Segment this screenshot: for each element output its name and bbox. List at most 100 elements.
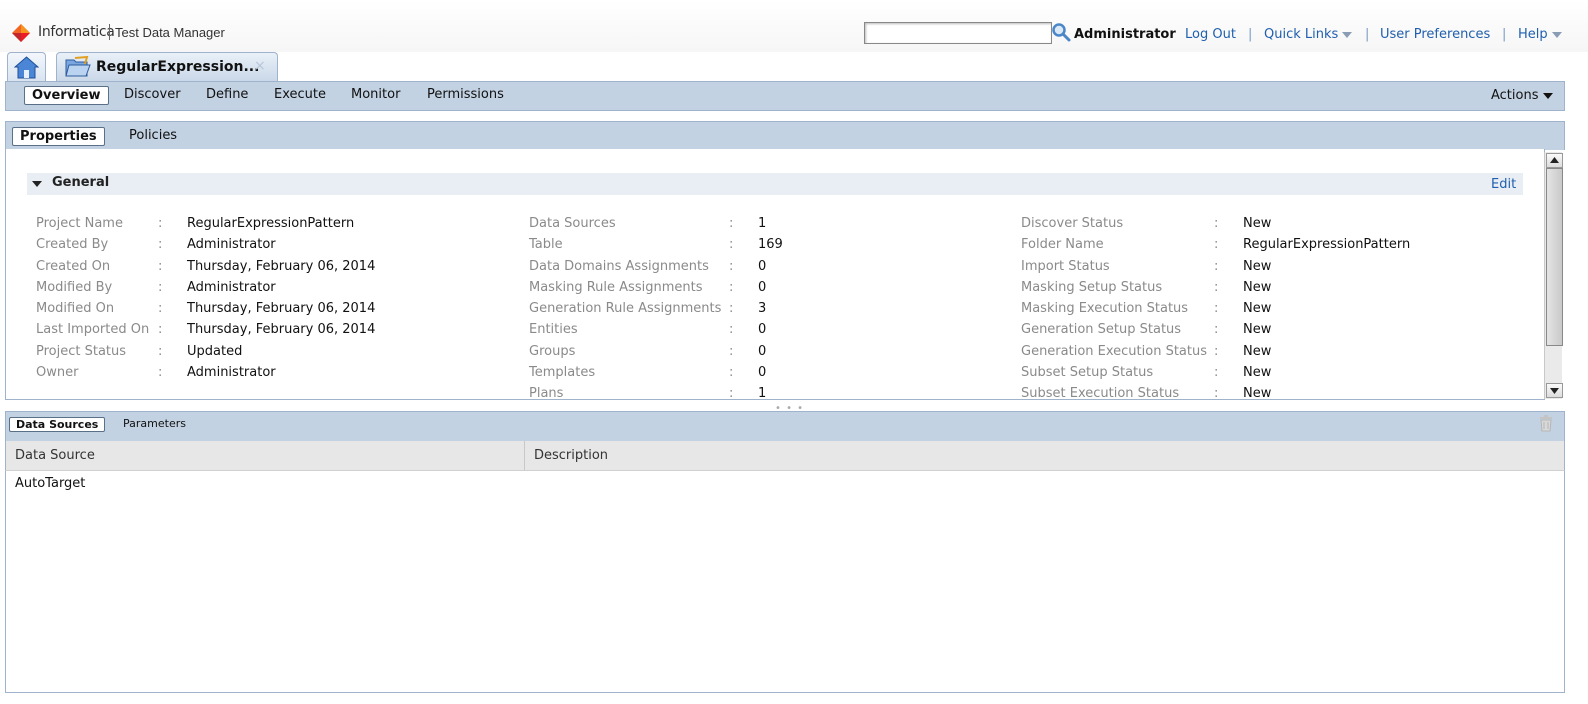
- property-colon: :: [158, 322, 163, 337]
- bottom-tabbar: [5, 411, 1565, 442]
- arrow-down-icon: [1550, 388, 1559, 394]
- tab-parameters[interactable]: Parameters: [117, 417, 192, 430]
- property-colon: :: [158, 216, 163, 231]
- grid-header: [5, 441, 1565, 471]
- informatica-logo-icon: [12, 24, 30, 42]
- property-colon: :: [1214, 365, 1219, 380]
- property-value: 3: [758, 301, 767, 316]
- property-colon: :: [1214, 237, 1219, 252]
- property-colon: :: [729, 301, 734, 316]
- property-label: Project Name: [36, 216, 123, 231]
- home-tab[interactable]: [7, 52, 46, 82]
- property-label: Generation Rule Assignments: [529, 301, 722, 316]
- property-label: Discover Status: [1021, 216, 1124, 231]
- column-divider[interactable]: [524, 441, 525, 470]
- nav-permissions[interactable]: Permissions: [420, 86, 511, 103]
- link-separator: |: [1365, 27, 1370, 42]
- property-value: 0: [758, 322, 767, 337]
- property-label: Masking Execution Status: [1021, 301, 1189, 316]
- property-value: Administrator: [187, 365, 276, 380]
- brand-divider: [109, 24, 110, 40]
- chevron-down-icon: [1551, 31, 1562, 38]
- edit-link[interactable]: Edit: [1491, 177, 1516, 192]
- column-header-description[interactable]: Description: [534, 448, 608, 463]
- column-header-data-source[interactable]: Data Source: [15, 448, 95, 463]
- nav-discover[interactable]: Discover: [117, 86, 188, 103]
- property-value: New: [1243, 301, 1272, 316]
- property-label: Owner: [36, 365, 79, 380]
- property-colon: :: [729, 280, 734, 295]
- property-value: Thursday, February 06, 2014: [187, 259, 376, 274]
- logout-link[interactable]: Log Out: [1185, 27, 1236, 42]
- property-label: Generation Setup Status: [1021, 322, 1182, 337]
- property-colon: :: [1214, 216, 1219, 231]
- scroll-up-button[interactable]: [1546, 153, 1563, 168]
- property-label: Created On: [36, 259, 111, 274]
- property-label: Subset Execution Status: [1021, 386, 1180, 401]
- tab-data-sources[interactable]: Data Sources: [9, 417, 106, 432]
- property-value: New: [1243, 344, 1272, 359]
- search-icon[interactable]: [1051, 22, 1071, 42]
- property-value: 169: [758, 237, 783, 252]
- property-label: Modified On: [36, 301, 115, 316]
- property-colon: :: [1214, 322, 1219, 337]
- grid-body: [5, 471, 1565, 693]
- property-label: Generation Execution Status: [1021, 344, 1208, 359]
- actions-label: Actions: [1491, 88, 1539, 103]
- user-preferences-link[interactable]: User Preferences: [1380, 27, 1490, 42]
- property-label: Plans: [529, 386, 564, 401]
- quick-links-menu[interactable]: Quick Links: [1264, 27, 1353, 42]
- product-name: Test Data Manager: [115, 25, 225, 40]
- search-input[interactable]: [864, 22, 1052, 44]
- property-label: Entities: [529, 322, 578, 337]
- collapse-triangle-icon[interactable]: [32, 181, 42, 187]
- property-value: Administrator: [187, 280, 276, 295]
- property-label: Groups: [529, 344, 576, 359]
- property-label: Modified By: [36, 280, 113, 295]
- property-colon: :: [158, 237, 163, 252]
- scroll-down-button[interactable]: [1546, 383, 1563, 398]
- nav-monitor[interactable]: Monitor: [344, 86, 407, 103]
- link-separator: |: [1248, 27, 1253, 42]
- property-label: Folder Name: [1021, 237, 1104, 252]
- property-label: Subset Setup Status: [1021, 365, 1154, 380]
- home-icon: [14, 56, 39, 79]
- nav-define[interactable]: Define: [199, 86, 255, 103]
- property-label: Project Status: [36, 344, 127, 359]
- property-value: Administrator: [187, 237, 276, 252]
- trash-icon[interactable]: [1538, 414, 1554, 432]
- property-value: New: [1243, 322, 1272, 337]
- brand-name: Informatica: [38, 24, 115, 40]
- property-value: 0: [758, 365, 767, 380]
- property-value: 0: [758, 259, 767, 274]
- property-colon: :: [1214, 280, 1219, 295]
- arrow-up-icon: [1550, 157, 1559, 163]
- property-label: Data Sources: [529, 216, 616, 231]
- property-value: New: [1243, 280, 1272, 295]
- chevron-down-icon: [1342, 31, 1353, 38]
- property-value: RegularExpressionPattern: [1243, 237, 1411, 252]
- property-colon: :: [1214, 301, 1219, 316]
- section-title: General: [52, 175, 110, 190]
- property-colon: :: [729, 386, 734, 401]
- nav-overview[interactable]: Overview: [24, 86, 109, 105]
- property-label: Templates: [529, 365, 596, 380]
- project-tab-title: RegularExpression...: [96, 59, 260, 75]
- nav-execute[interactable]: Execute: [267, 86, 333, 103]
- tab-policies[interactable]: Policies: [122, 127, 184, 144]
- property-label: Masking Rule Assignments: [529, 280, 703, 295]
- actions-menu[interactable]: Actions: [1491, 88, 1553, 103]
- general-section-header[interactable]: [27, 173, 1523, 195]
- property-colon: :: [729, 237, 734, 252]
- table-row-cell[interactable]: AutoTarget: [15, 476, 85, 491]
- chevron-down-icon: [1542, 92, 1553, 99]
- tab-properties[interactable]: Properties: [12, 127, 105, 146]
- property-value: Thursday, February 06, 2014: [187, 322, 376, 337]
- property-value: New: [1243, 216, 1272, 231]
- help-menu[interactable]: Help: [1518, 27, 1562, 42]
- help-label: Help: [1518, 27, 1548, 42]
- scroll-thumb[interactable]: [1546, 168, 1563, 346]
- close-tab-icon[interactable]: ×: [254, 58, 266, 74]
- property-label: Last Imported On: [36, 322, 150, 337]
- vertical-scrollbar[interactable]: [1544, 152, 1563, 399]
